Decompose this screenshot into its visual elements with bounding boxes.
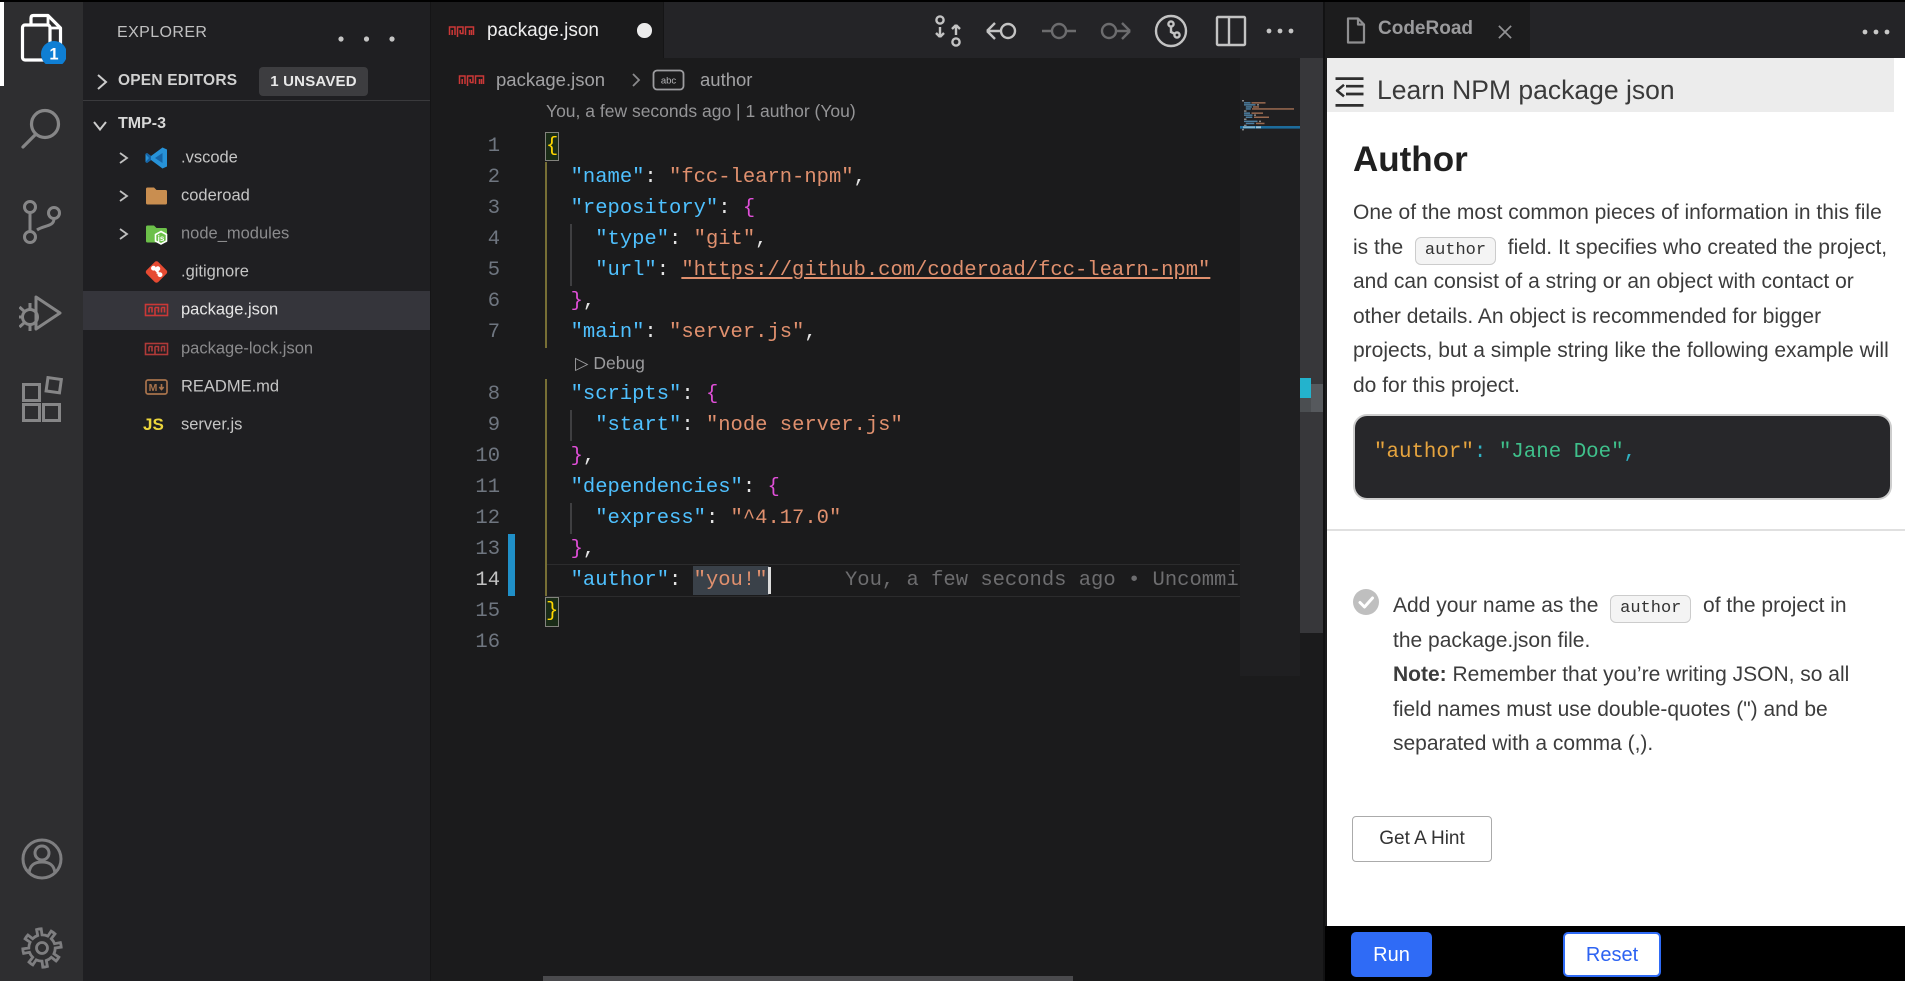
svg-text:js: js: [157, 234, 165, 243]
svg-text:1: 1: [49, 46, 58, 64]
svg-text:abc: abc: [661, 76, 677, 87]
svg-text:M: M: [149, 382, 158, 394]
